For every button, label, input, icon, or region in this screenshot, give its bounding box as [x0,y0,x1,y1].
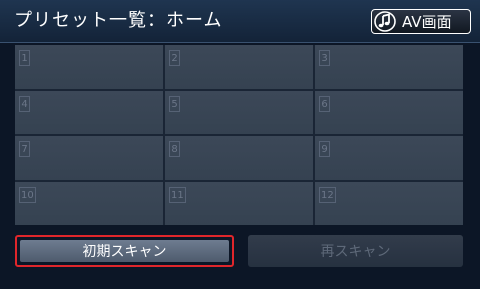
initial-scan-label: 初期スキャン [20,240,229,262]
preset-cell-11[interactable]: 11 [165,181,313,225]
preset-number: 6 [319,95,330,112]
preset-cell-8[interactable]: 8 [165,136,313,180]
preset-grid: 1 2 3 4 5 6 7 8 9 10 11 12 [15,45,463,225]
preset-cell-1[interactable]: 1 [15,45,163,89]
initial-scan-button[interactable]: 初期スキャン [15,235,234,267]
page-title: プリセット一覧：ホーム [14,10,223,31]
preset-cell-10[interactable]: 10 [15,181,163,225]
preset-number: 9 [319,141,330,157]
preset-cell-12[interactable]: 12 [315,181,463,225]
preset-number: 2 [169,50,180,66]
av-screen-button[interactable]: AV画面 [371,9,471,34]
preset-cell-3[interactable]: 3 [315,45,463,89]
preset-number: 5 [169,95,180,112]
preset-cell-6[interactable]: 6 [315,90,463,134]
music-note-icon [374,11,396,32]
preset-number: 8 [169,141,180,157]
preset-cell-7[interactable]: 7 [15,136,163,180]
preset-number: 3 [319,50,330,66]
preset-cell-2[interactable]: 2 [165,45,313,89]
preset-cell-5[interactable]: 5 [165,90,313,134]
preset-number: 11 [169,186,186,203]
header-bar: プリセット一覧：ホーム AV画面 [0,0,480,43]
preset-cell-9[interactable]: 9 [315,136,463,180]
preset-number: 1 [19,50,30,66]
preset-number: 10 [19,186,36,203]
rescan-button[interactable]: 再スキャン [248,235,463,267]
preset-number: 4 [19,95,30,112]
preset-number: 7 [19,141,30,157]
preset-number: 12 [319,186,336,203]
av-screen-label: AV画面 [402,13,452,31]
preset-cell-4[interactable]: 4 [15,90,163,134]
